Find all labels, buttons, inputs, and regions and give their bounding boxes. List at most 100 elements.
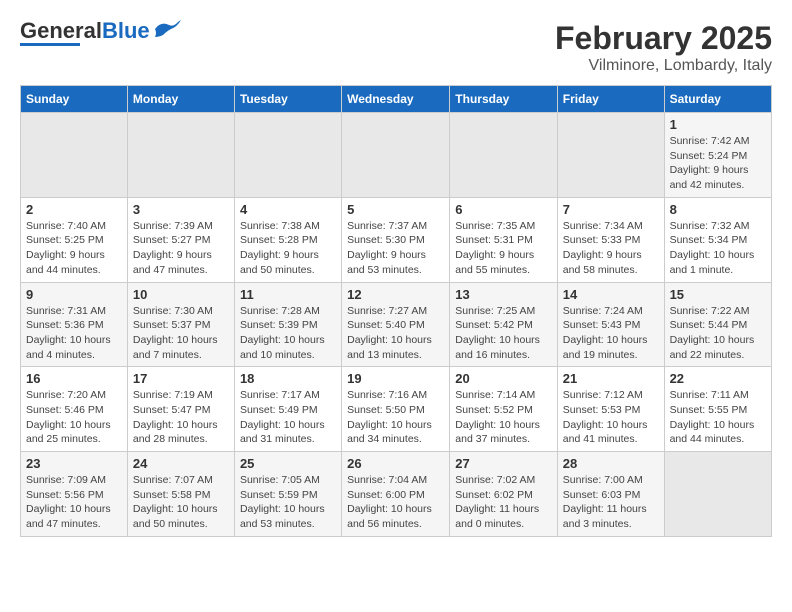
day-number: 7 (563, 202, 659, 217)
day-info: Sunrise: 7:24 AM Sunset: 5:43 PM Dayligh… (563, 304, 659, 363)
calendar-day-cell: 21Sunrise: 7:12 AM Sunset: 5:53 PM Dayli… (557, 367, 664, 452)
day-number: 26 (347, 456, 444, 471)
day-number: 20 (455, 371, 552, 386)
weekday-header-sunday: Sunday (21, 86, 128, 113)
day-info: Sunrise: 7:11 AM Sunset: 5:55 PM Dayligh… (670, 388, 766, 447)
calendar-day-cell: 27 Sunrise: 7:02 AM Sunset: 6:02 PM Dayli… (450, 452, 558, 537)
day-number: 12 (347, 287, 444, 302)
logo-underline (20, 43, 80, 46)
day-info: Sunrise: 7:00 AM Sunset: 6:03 PM Dayligh… (563, 473, 659, 532)
calendar-day-cell: 28 Sunrise: 7:00 AM Sunset: 6:03 PM Dayli… (557, 452, 664, 537)
day-info: Sunrise: 7:37 AM Sunset: 5:30 PM Dayligh… (347, 219, 444, 278)
calendar-day-cell: 10 Sunrise: 7:30 AM Sunset: 5:37 PM Dayli… (127, 282, 234, 367)
day-info: Sunrise: 7:05 AM Sunset: 5:59 PM Dayligh… (240, 473, 336, 532)
day-number: 2 (26, 202, 122, 217)
day-number: 23 (26, 456, 122, 471)
calendar-day-cell (557, 113, 664, 198)
calendar-day-cell: 6 Sunrise: 7:35 AM Sunset: 5:31 PM Daylig… (450, 197, 558, 282)
day-info: Sunrise: 7:02 AM Sunset: 6:02 PM Dayligh… (455, 473, 552, 532)
calendar-week-row: 1Sunrise: 7:42 AM Sunset: 5:24 PM Daylig… (21, 113, 772, 198)
day-info: Sunrise: 7:25 AM Sunset: 5:42 PM Dayligh… (455, 304, 552, 363)
calendar-subtitle: Vilminore, Lombardy, Italy (555, 57, 772, 75)
day-info: Sunrise: 7:27 AM Sunset: 5:40 PM Dayligh… (347, 304, 444, 363)
day-info: Sunrise: 7:32 AM Sunset: 5:34 PM Dayligh… (670, 219, 766, 278)
calendar-day-cell (234, 113, 341, 198)
calendar-day-cell: 11 Sunrise: 7:28 AM Sunset: 5:39 PM Dayli… (234, 282, 341, 367)
calendar-day-cell: 23 Sunrise: 7:09 AM Sunset: 5:56 PM Dayli… (21, 452, 128, 537)
calendar-day-cell: 19Sunrise: 7:16 AM Sunset: 5:50 PM Dayli… (342, 367, 450, 452)
calendar-day-cell: 18 Sunrise: 7:17 AM Sunset: 5:49 PM Dayli… (234, 367, 341, 452)
day-info: Sunrise: 7:34 AM Sunset: 5:33 PM Dayligh… (563, 219, 659, 278)
day-number: 10 (133, 287, 229, 302)
weekday-header-row: SundayMondayTuesdayWednesdayThursdayFrid… (21, 86, 772, 113)
day-number: 19 (347, 371, 444, 386)
day-number: 28 (563, 456, 659, 471)
weekday-header-saturday: Saturday (664, 86, 771, 113)
calendar-day-cell: 14 Sunrise: 7:24 AM Sunset: 5:43 PM Dayli… (557, 282, 664, 367)
day-info: Sunrise: 7:35 AM Sunset: 5:31 PM Dayligh… (455, 219, 552, 278)
day-info: Sunrise: 7:04 AM Sunset: 6:00 PM Dayligh… (347, 473, 444, 532)
day-number: 27 (455, 456, 552, 471)
calendar-day-cell: 13 Sunrise: 7:25 AM Sunset: 5:42 PM Dayli… (450, 282, 558, 367)
day-number: 24 (133, 456, 229, 471)
calendar-day-cell: 9 Sunrise: 7:31 AM Sunset: 5:36 PM Daylig… (21, 282, 128, 367)
day-number: 13 (455, 287, 552, 302)
calendar-day-cell: 1Sunrise: 7:42 AM Sunset: 5:24 PM Daylig… (664, 113, 771, 198)
day-number: 8 (670, 202, 766, 217)
title-block: February 2025 Vilminore, Lombardy, Italy (555, 20, 772, 75)
day-info: Sunrise: 7:07 AM Sunset: 5:58 PM Dayligh… (133, 473, 229, 532)
day-number: 3 (133, 202, 229, 217)
calendar-day-cell: 4Sunrise: 7:38 AM Sunset: 5:28 PM Daylig… (234, 197, 341, 282)
calendar-day-cell (342, 113, 450, 198)
day-info: Sunrise: 7:20 AM Sunset: 5:46 PM Dayligh… (26, 388, 122, 447)
day-number: 22 (670, 371, 766, 386)
day-info: Sunrise: 7:09 AM Sunset: 5:56 PM Dayligh… (26, 473, 122, 532)
calendar-day-cell: 12 Sunrise: 7:27 AM Sunset: 5:40 PM Dayli… (342, 282, 450, 367)
day-number: 16 (26, 371, 122, 386)
calendar-week-row: 2 Sunrise: 7:40 AM Sunset: 5:25 PM Daylig… (21, 197, 772, 282)
calendar-table: SundayMondayTuesdayWednesdayThursdayFrid… (20, 85, 772, 537)
calendar-day-cell (664, 452, 771, 537)
calendar-day-cell (21, 113, 128, 198)
calendar-day-cell: 20 Sunrise: 7:14 AM Sunset: 5:52 PM Dayli… (450, 367, 558, 452)
calendar-day-cell: 25 Sunrise: 7:05 AM Sunset: 5:59 PM Dayli… (234, 452, 341, 537)
day-number: 5 (347, 202, 444, 217)
calendar-day-cell: 17 Sunrise: 7:19 AM Sunset: 5:47 PM Dayli… (127, 367, 234, 452)
day-number: 4 (240, 202, 336, 217)
day-info: Sunrise: 7:31 AM Sunset: 5:36 PM Dayligh… (26, 304, 122, 363)
day-info: Sunrise: 7:28 AM Sunset: 5:39 PM Dayligh… (240, 304, 336, 363)
calendar-day-cell: 24 Sunrise: 7:07 AM Sunset: 5:58 PM Dayli… (127, 452, 234, 537)
calendar-day-cell: 22 Sunrise: 7:11 AM Sunset: 5:55 PM Dayli… (664, 367, 771, 452)
weekday-header-monday: Monday (127, 86, 234, 113)
day-info: Sunrise: 7:17 AM Sunset: 5:49 PM Dayligh… (240, 388, 336, 447)
day-number: 15 (670, 287, 766, 302)
day-info: Sunrise: 7:12 AM Sunset: 5:53 PM Dayligh… (563, 388, 659, 447)
weekday-header-tuesday: Tuesday (234, 86, 341, 113)
day-info: Sunrise: 7:40 AM Sunset: 5:25 PM Dayligh… (26, 219, 122, 278)
calendar-day-cell: 5 Sunrise: 7:37 AM Sunset: 5:30 PM Daylig… (342, 197, 450, 282)
weekday-header-thursday: Thursday (450, 86, 558, 113)
day-number: 6 (455, 202, 552, 217)
calendar-title: February 2025 (555, 20, 772, 57)
day-info: Sunrise: 7:22 AM Sunset: 5:44 PM Dayligh… (670, 304, 766, 363)
calendar-week-row: 23 Sunrise: 7:09 AM Sunset: 5:56 PM Dayli… (21, 452, 772, 537)
calendar-day-cell (450, 113, 558, 198)
day-number: 18 (240, 371, 336, 386)
logo-text: GeneralBlue (20, 20, 150, 42)
day-info: Sunrise: 7:14 AM Sunset: 5:52 PM Dayligh… (455, 388, 552, 447)
day-number: 17 (133, 371, 229, 386)
day-info: Sunrise: 7:19 AM Sunset: 5:47 PM Dayligh… (133, 388, 229, 447)
day-number: 1 (670, 117, 766, 132)
day-number: 11 (240, 287, 336, 302)
day-number: 9 (26, 287, 122, 302)
calendar-day-cell: 16 Sunrise: 7:20 AM Sunset: 5:46 PM Dayli… (21, 367, 128, 452)
calendar-day-cell: 15 Sunrise: 7:22 AM Sunset: 5:44 PM Dayli… (664, 282, 771, 367)
day-number: 25 (240, 456, 336, 471)
day-info: Sunrise: 7:39 AM Sunset: 5:27 PM Dayligh… (133, 219, 229, 278)
calendar-day-cell: 26 Sunrise: 7:04 AM Sunset: 6:00 PM Dayli… (342, 452, 450, 537)
calendar-day-cell: 8 Sunrise: 7:32 AM Sunset: 5:34 PM Daylig… (664, 197, 771, 282)
day-number: 14 (563, 287, 659, 302)
page-header: GeneralBlue February 2025 Vilminore, Lom… (20, 20, 772, 75)
day-info: Sunrise: 7:30 AM Sunset: 5:37 PM Dayligh… (133, 304, 229, 363)
calendar-week-row: 9 Sunrise: 7:31 AM Sunset: 5:36 PM Daylig… (21, 282, 772, 367)
